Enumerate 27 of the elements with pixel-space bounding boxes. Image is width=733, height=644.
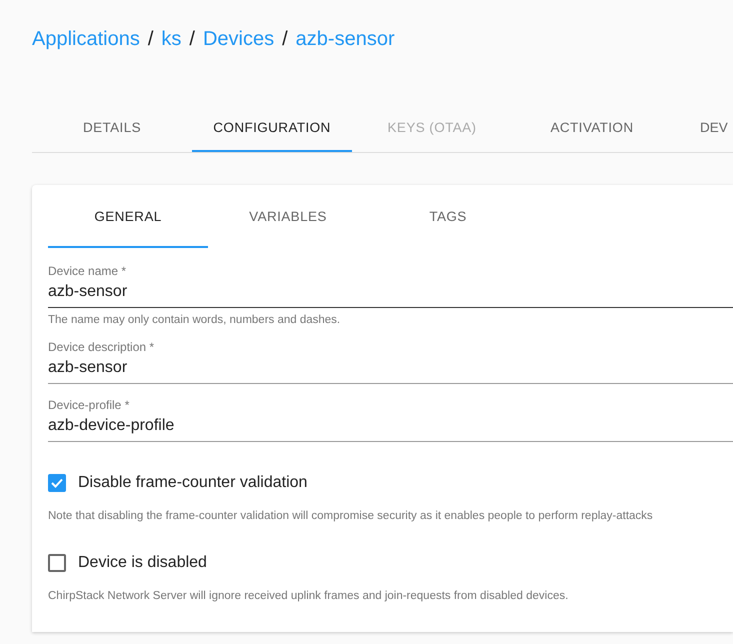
checkbox[interactable] xyxy=(48,554,66,572)
tab[interactable]: ACTIVATION xyxy=(512,104,672,152)
tab[interactable]: GENERAL xyxy=(48,187,208,248)
checkbox-label: Disable frame-counter validation xyxy=(78,474,308,492)
checkbox-label: Device is disabled xyxy=(78,554,207,572)
field-label: Device-profile * xyxy=(48,398,130,412)
breadcrumb-separator: / xyxy=(282,28,288,50)
input-field[interactable]: azb-sensor xyxy=(48,359,733,384)
helper-text: Note that disabling the frame-counter validation will compromise security as it enables people to perform replay-attacks xyxy=(48,510,654,522)
breadcrumb-link[interactable]: Devices xyxy=(202,28,274,50)
input-field[interactable]: azb-device-profile xyxy=(48,417,733,442)
tab[interactable]: DETAILS xyxy=(32,104,192,152)
helper-text: The name may only contain words, numbers and dashes. xyxy=(48,314,342,326)
field-label: Device description * xyxy=(48,340,156,354)
helper-text: ChirpStack Network Server will ignore received uplink frames and join-requests from disabled devices. xyxy=(48,590,570,602)
field-label: Device name * xyxy=(48,264,128,278)
tab[interactable]: CONFIGURATION xyxy=(192,104,352,152)
tab[interactable]: VARIABLES xyxy=(208,187,368,248)
breadcrumb-link[interactable]: azb-sensor xyxy=(296,28,395,50)
breadcrumb-separator: / xyxy=(189,28,195,50)
breadcrumb-separator: / xyxy=(148,28,154,50)
breadcrumb-link[interactable]: ks xyxy=(161,28,182,50)
tab[interactable]: DEV xyxy=(672,104,733,152)
tab[interactable]: TAGS xyxy=(368,187,528,248)
input-field[interactable]: azb-sensor xyxy=(48,283,733,308)
checkbox[interactable] xyxy=(48,474,66,492)
breadcrumb-link[interactable]: Applications xyxy=(32,28,140,50)
